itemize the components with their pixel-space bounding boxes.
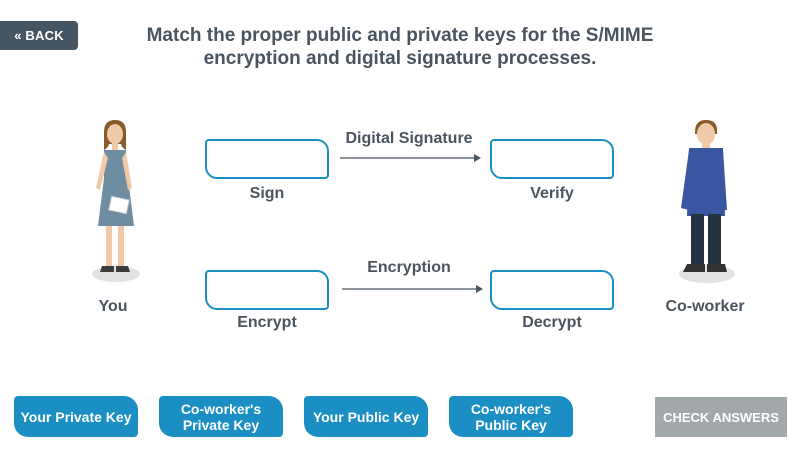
coworker-public-key-button[interactable]: Co-worker's Public Key [449,396,573,437]
your-private-key-button[interactable]: Your Private Key [14,396,138,437]
instructions-title: Match the proper public and private keys… [110,24,690,70]
your-public-key-button[interactable]: Your Public Key [304,396,428,437]
coworker-label: Co-worker [665,298,745,315]
coworker-figure-icon [679,120,735,283]
verify-label: Verify [530,185,574,202]
arrow-right-icon [340,154,481,162]
decrypt-label: Decrypt [522,314,582,331]
encryption-label: Encryption [367,259,451,276]
you-figure-icon [92,120,140,282]
sign-drop-slot[interactable] [205,139,329,179]
verify-drop-slot[interactable] [490,139,614,179]
digital-signature-label: Digital Signature [345,130,473,147]
back-button[interactable]: « BACK [0,21,78,50]
check-answers-button[interactable]: CHECK ANSWERS [655,397,787,437]
arrow-right-icon [342,285,483,293]
coworker-private-key-button[interactable]: Co-worker's Private Key [159,396,283,437]
encrypt-drop-slot[interactable] [205,270,329,310]
instructions-line-2: encryption and digital signature process… [203,48,597,69]
decrypt-drop-slot[interactable] [490,270,614,310]
encrypt-label: Encrypt [237,314,297,331]
sign-label: Sign [249,185,285,202]
you-label: You [98,298,128,315]
instructions-line-1: Match the proper public and private keys… [146,25,654,46]
